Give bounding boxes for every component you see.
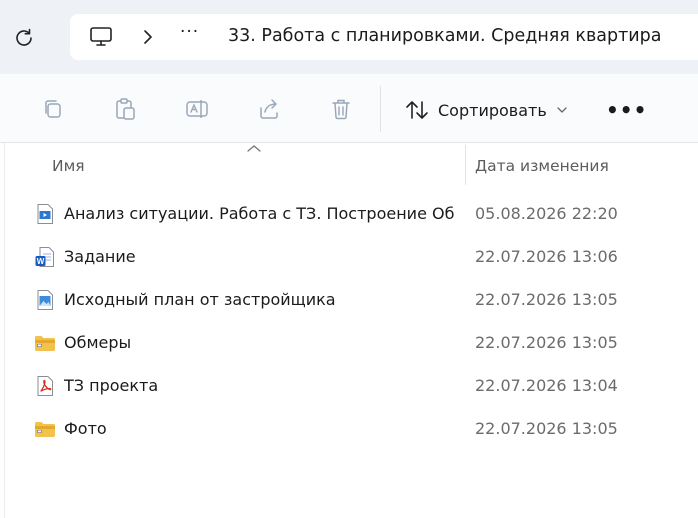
file-name: Задание	[64, 247, 136, 266]
toolbar-separator	[380, 86, 381, 132]
share-icon[interactable]	[256, 96, 282, 122]
file-name: Фото	[64, 419, 107, 438]
file-name: ТЗ проекта	[64, 376, 159, 395]
file-date: 22.07.2026 13:05	[475, 290, 618, 309]
sort-ascending-icon	[247, 145, 261, 152]
file-name: Обмеры	[64, 333, 132, 352]
file-row[interactable]: W Задание 22.07.2026 13:06	[0, 237, 698, 277]
zip-folder-icon	[35, 422, 55, 437]
video-file-icon	[37, 204, 53, 224]
file-row[interactable]: Исходный план от застройщика 22.07.2026 …	[0, 280, 698, 320]
file-date: 22.07.2026 13:05	[475, 419, 618, 438]
file-date: 22.07.2026 13:05	[475, 333, 618, 352]
copy-icon[interactable]	[40, 96, 66, 122]
sort-label: Сортировать	[438, 100, 547, 120]
file-name: Исходный план от застройщика	[64, 290, 336, 309]
file-date: 05.08.2026 22:20	[475, 204, 618, 223]
sort-icon	[406, 101, 428, 119]
chevron-down-icon	[557, 107, 567, 113]
address-bar-area: ··· 33. Работа с планировками. Средняя к…	[0, 0, 698, 74]
column-divider[interactable]	[465, 145, 466, 185]
paste-icon[interactable]	[112, 96, 138, 122]
more-options-button[interactable]: •••	[606, 98, 647, 122]
sort-button[interactable]: Сортировать	[404, 96, 567, 124]
pdf-file-icon	[37, 376, 53, 396]
file-row[interactable]: Обмеры 22.07.2026 13:05	[0, 323, 698, 363]
command-bar	[0, 74, 698, 143]
file-date: 22.07.2026 13:06	[475, 247, 618, 266]
file-row[interactable]: ТЗ проекта 22.07.2026 13:04	[0, 366, 698, 406]
chevron-right-icon[interactable]	[140, 28, 156, 46]
file-row[interactable]: Фото 22.07.2026 13:05	[0, 409, 698, 449]
svg-text:W: W	[37, 257, 45, 266]
refresh-icon[interactable]	[12, 26, 36, 50]
rename-icon[interactable]	[184, 96, 210, 122]
delete-icon[interactable]	[328, 96, 354, 122]
this-pc-icon[interactable]	[88, 24, 114, 50]
column-header-date-modified[interactable]: Дата изменения	[475, 157, 609, 175]
column-header-name[interactable]: Имя	[52, 157, 85, 175]
file-row[interactable]: Анализ ситуации. Работа с ТЗ. Построение…	[0, 194, 698, 234]
file-date: 22.07.2026 13:04	[475, 376, 618, 395]
breadcrumb-overflow[interactable]: ···	[180, 22, 199, 42]
image-file-icon	[37, 290, 53, 310]
address-bar[interactable]: ··· 33. Работа с планировками. Средняя к…	[70, 14, 698, 60]
zip-folder-icon	[35, 336, 55, 351]
breadcrumb-current-folder[interactable]: 33. Работа с планировками. Средняя кварт…	[228, 26, 662, 46]
file-name: Анализ ситуации. Работа с ТЗ. Построение…	[64, 204, 456, 223]
word-file-icon: W	[35, 247, 54, 267]
